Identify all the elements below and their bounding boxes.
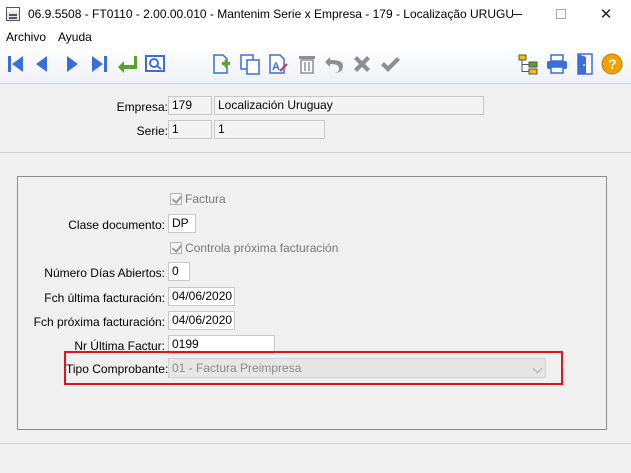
maximize-button[interactable] bbox=[538, 0, 584, 28]
status-bar bbox=[0, 443, 631, 473]
empresa-label: Empresa: bbox=[116, 100, 168, 114]
factura-label: Factura bbox=[185, 192, 226, 206]
menu-archivo[interactable]: Archivo bbox=[0, 30, 52, 44]
tipo-comprobante-label: Tipo Comprobante: bbox=[66, 362, 169, 376]
serie-code-field[interactable]: 1 bbox=[168, 120, 212, 139]
controla-proxima-checkbox[interactable]: Controla próxima facturación bbox=[170, 241, 338, 255]
factura-checkbox[interactable]: Factura bbox=[170, 192, 226, 206]
title-bar: 06.9.5508 - FT0110 - 2.00.00.010 - Mante… bbox=[0, 0, 631, 28]
help-icon[interactable]: ? bbox=[600, 52, 624, 76]
previous-record-icon[interactable] bbox=[30, 52, 54, 76]
app-icon bbox=[6, 7, 20, 21]
tree-icon[interactable] bbox=[516, 52, 540, 76]
fch-ultima-label: Fch última facturación: bbox=[44, 291, 165, 305]
numero-dias-label: Número Días Abiertos: bbox=[44, 266, 165, 280]
exit-icon[interactable] bbox=[573, 52, 597, 76]
first-record-icon[interactable] bbox=[4, 52, 28, 76]
section-divider bbox=[0, 152, 631, 153]
checkbox-checked-icon bbox=[170, 193, 182, 205]
fch-proxima-field[interactable]: 04/06/2020 bbox=[168, 311, 235, 330]
window-title: 06.9.5508 - FT0110 - 2.00.00.010 - Mante… bbox=[28, 7, 513, 21]
copy-icon[interactable] bbox=[238, 52, 262, 76]
checkbox-checked-icon bbox=[170, 242, 182, 254]
svg-text:A: A bbox=[272, 61, 280, 73]
chevron-down-icon bbox=[532, 363, 543, 374]
fch-proxima-label: Fch próxima facturación: bbox=[33, 315, 165, 329]
last-record-icon[interactable] bbox=[87, 52, 111, 76]
tipo-comprobante-select[interactable]: 01 - Factura Preimpresa bbox=[168, 358, 546, 378]
delete-icon[interactable] bbox=[295, 52, 319, 76]
empresa-code-field[interactable]: 179 bbox=[168, 96, 212, 115]
minimize-icon bbox=[512, 13, 522, 15]
menu-ayuda[interactable]: Ayuda bbox=[52, 30, 98, 44]
serie-name-field[interactable]: 1 bbox=[214, 120, 325, 139]
next-record-icon[interactable] bbox=[60, 52, 84, 76]
minimize-button[interactable] bbox=[494, 0, 540, 28]
maximize-icon bbox=[556, 9, 566, 19]
confirm-icon[interactable] bbox=[378, 52, 402, 76]
edit-icon[interactable]: A bbox=[266, 52, 290, 76]
print-icon[interactable] bbox=[545, 52, 569, 76]
clase-documento-field[interactable]: DP bbox=[168, 214, 196, 233]
toolbar: A ? bbox=[0, 46, 631, 84]
controla-proxima-label: Controla próxima facturación bbox=[185, 241, 339, 255]
undo-icon[interactable] bbox=[322, 52, 346, 76]
search-icon[interactable] bbox=[143, 52, 167, 76]
cancel-icon[interactable] bbox=[350, 52, 374, 76]
fch-ultima-field[interactable]: 04/06/2020 bbox=[168, 287, 235, 306]
close-button[interactable]: ✕ bbox=[583, 0, 629, 28]
new-record-icon[interactable] bbox=[209, 52, 233, 76]
tipo-comprobante-value: 01 - Factura Preimpresa bbox=[172, 361, 302, 375]
svg-text:?: ? bbox=[608, 56, 617, 72]
numero-dias-field[interactable]: 0 bbox=[168, 262, 190, 281]
serie-label: Serie: bbox=[136, 124, 168, 138]
clase-documento-label: Clase documento: bbox=[68, 218, 165, 232]
empresa-name-field[interactable]: Localización Uruguay bbox=[214, 96, 484, 115]
return-icon[interactable] bbox=[115, 52, 139, 76]
menu-bar: Archivo Ayuda bbox=[0, 28, 631, 46]
